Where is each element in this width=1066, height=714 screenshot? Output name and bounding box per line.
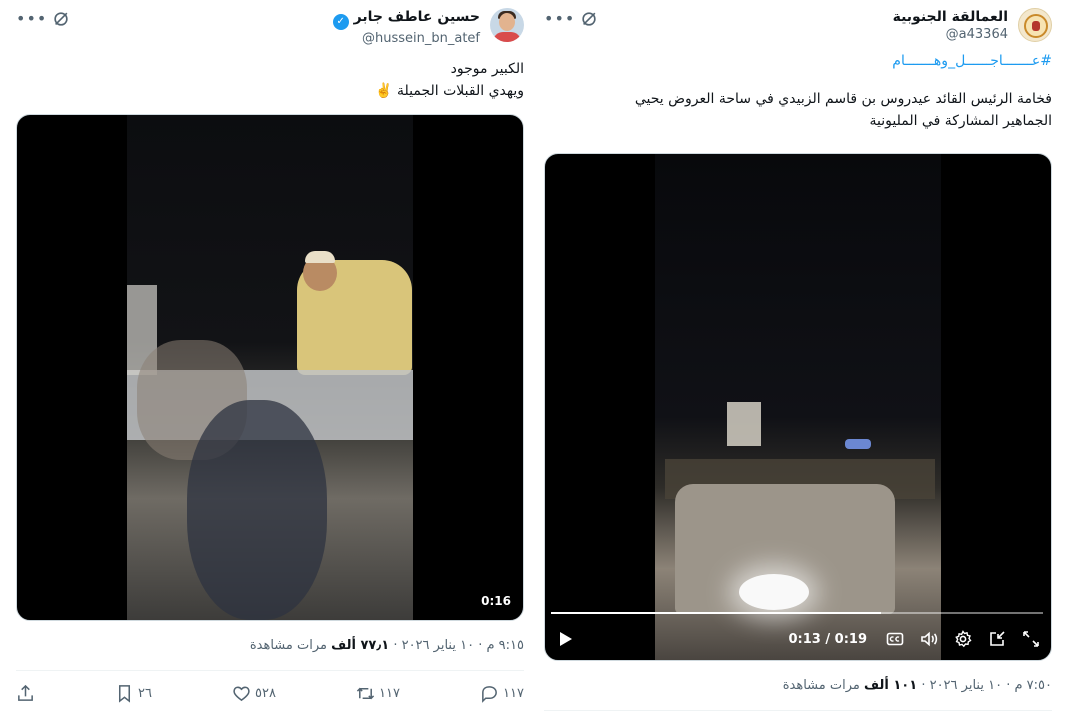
like-count: ٥٢٨ [255, 685, 276, 701]
video-frame [127, 115, 413, 620]
captions-icon[interactable] [885, 629, 905, 649]
bookmark-icon [119, 684, 131, 703]
video-duration-badge: 0:16 [481, 594, 511, 608]
verified-icon: ✓ [332, 14, 349, 30]
tweet-header: العمالقة الجنوبية @a43364 ••• [544, 0, 1052, 50]
more-icon[interactable]: ••• [16, 11, 46, 27]
tweet-text: الكبير موجود ويهدي القبلات الجميلة ✌️ [16, 58, 524, 102]
meta-separator: · [1006, 678, 1011, 693]
divider [544, 710, 1052, 711]
avatar[interactable] [1018, 8, 1052, 42]
pip-icon[interactable] [987, 629, 1007, 649]
bookmark-count: ٢٦ [138, 685, 152, 701]
more-icon[interactable]: ••• [544, 11, 574, 27]
tweet-date[interactable]: ١٠ يناير ٢٠٢٦ [930, 678, 1002, 693]
timecode: 0:13 / 0:19 [789, 632, 868, 647]
meta-separator: · [478, 638, 483, 653]
display-name-text[interactable]: حسين عاطف جابر [354, 9, 480, 25]
tweet-date[interactable]: ١٠ يناير ٢٠٢٦ [402, 638, 474, 653]
time-separator: / [825, 631, 831, 647]
control-row: 0:13 / 0:19 [555, 628, 1041, 650]
hashtag-link[interactable]: #عـــــــاجــــــل_وهـــــــام [544, 50, 1052, 72]
fullscreen-icon[interactable] [1021, 629, 1041, 649]
share-button[interactable] [16, 684, 35, 703]
control-right-group: 0:13 / 0:19 [789, 629, 1042, 649]
tweet-actions: ٢٦ ٥٢٨ ١١٧ ١١٧ [16, 682, 524, 704]
meta-separator: · [393, 638, 398, 653]
repost-count: ١١٧ [379, 685, 400, 701]
bookmark-button[interactable]: ٢٦ [115, 684, 152, 703]
reply-icon [482, 685, 497, 703]
progress-fill [551, 612, 881, 614]
avatar[interactable] [490, 8, 524, 42]
reply-count: ١١٧ [503, 685, 524, 701]
tweet-meta: ٧:٥٠ م · ١٠ يناير ٢٠٢٦ · ١٠١ ألف مرات مش… [783, 678, 1052, 693]
repost-icon [356, 687, 375, 699]
time-current: 0:13 [788, 631, 821, 647]
header-icons: ••• [16, 10, 70, 28]
progress-bar[interactable] [551, 612, 1043, 614]
tweet-2: العمالقة الجنوبية @a43364 ••• #عـــــــا… [544, 0, 1052, 714]
like-button[interactable]: ٥٢٨ [232, 684, 276, 703]
volume-icon[interactable] [919, 629, 939, 649]
author-display-name[interactable]: العمالقة الجنوبية [893, 8, 1008, 26]
repost-button[interactable]: ١١٧ [356, 684, 400, 703]
settings-icon[interactable] [953, 629, 973, 649]
meta-separator: · [921, 678, 926, 693]
tweet-meta: ٩:١٥ م · ١٠ يناير ٢٠٢٦ · ٧٧٫١ ألف مرات م… [250, 638, 524, 653]
author-handle[interactable]: @hussein_bn_atef [331, 30, 480, 48]
tweet-text: فخامة الرئيس القائد عيدروس بن قاسم الزبي… [544, 88, 1052, 132]
reply-button[interactable]: ١١٧ [480, 684, 524, 703]
grok-icon[interactable] [580, 10, 598, 28]
video-controls: 0:13 / 0:19 [545, 610, 1051, 660]
view-label: مرات مشاهدة [782, 678, 860, 693]
like-icon [233, 686, 250, 701]
tweet-text-line: الكبير موجود [450, 61, 524, 77]
view-label: مرات مشاهدة [249, 638, 327, 653]
author-names: العمالقة الجنوبية @a43364 [893, 8, 1008, 44]
share-icon [18, 684, 33, 701]
tweet-time[interactable]: ٧:٥٠ م [1014, 678, 1052, 693]
tweet-text-line: فخامة الرئيس القائد عيدروس بن قاسم الزبي… [634, 91, 1052, 107]
grok-icon[interactable] [52, 10, 70, 28]
tweet-1: حسين عاطف جابر ✓ @hussein_bn_atef ••• ال… [16, 0, 524, 714]
view-count: ١٠١ ألف [864, 678, 918, 693]
header-icons: ••• [544, 10, 598, 28]
play-icon[interactable] [555, 629, 575, 649]
author-names: حسين عاطف جابر ✓ @hussein_bn_atef [331, 8, 480, 48]
view-count: ٧٧٫١ ألف [331, 638, 390, 653]
tweet-time[interactable]: ٩:١٥ م [486, 638, 524, 653]
tweet-text-line: ويهدي القبلات الجميلة ✌️ [375, 83, 524, 99]
tweet-text-line: الجماهير المشاركة في المليونية [869, 113, 1053, 129]
tweet-header: حسين عاطف جابر ✓ @hussein_bn_atef ••• [16, 0, 524, 50]
video-player[interactable]: 0:13 / 0:19 [544, 153, 1052, 661]
divider [16, 670, 524, 671]
video-frame [655, 154, 941, 660]
author-display-name[interactable]: حسين عاطف جابر ✓ [331, 8, 480, 30]
author-handle[interactable]: @a43364 [893, 26, 1008, 44]
video-player[interactable]: 0:16 [16, 114, 524, 621]
time-total: 0:19 [834, 631, 867, 647]
